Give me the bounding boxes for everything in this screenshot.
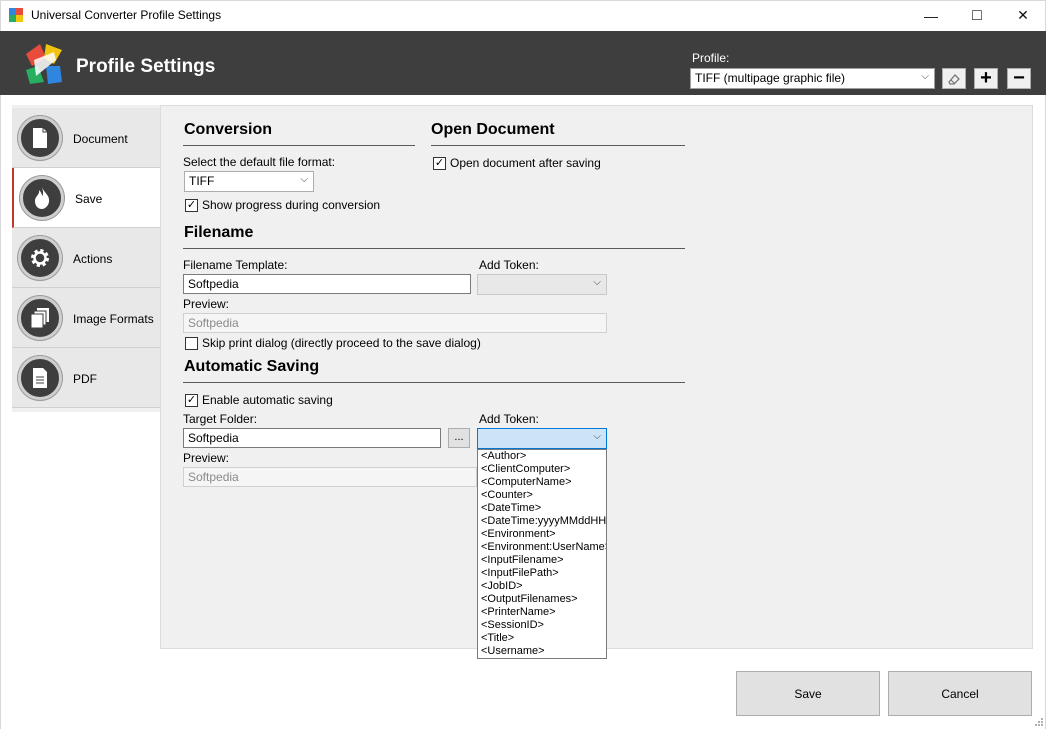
page-title: Profile Settings xyxy=(76,56,216,77)
show-progress-label: Show progress during conversion xyxy=(202,198,381,212)
resize-grip-icon[interactable] xyxy=(1034,717,1044,727)
profile-label: Profile: xyxy=(692,51,730,65)
auto-saving-add-token-select[interactable]: ⌵ xyxy=(477,428,607,449)
plus-icon: + xyxy=(980,67,992,89)
browse-folder-button[interactable]: ... xyxy=(448,428,470,448)
window-title: Universal Converter Profile Settings xyxy=(31,8,222,22)
auto-saving-preview-field: Softpedia xyxy=(183,467,477,487)
nav-label: Image Formats xyxy=(73,312,154,326)
filename-template-input[interactable]: Softpedia xyxy=(183,274,471,294)
app-icon xyxy=(9,8,23,22)
auto-saving-preview-label: Preview: xyxy=(183,451,230,465)
show-progress-checkbox[interactable]: ✓ xyxy=(185,199,198,212)
close-icon: ✕ xyxy=(1017,7,1029,23)
divider xyxy=(183,248,685,249)
token-option[interactable]: <ComputerName> xyxy=(478,476,606,489)
skip-print-dialog-label: Skip print dialog (directly proceed to t… xyxy=(202,336,481,350)
nav-item-image-formats[interactable]: Image Formats xyxy=(12,288,161,348)
nav-label: Save xyxy=(75,192,103,206)
minimize-icon: — xyxy=(924,7,938,24)
rename-profile-button[interactable] xyxy=(942,68,966,89)
file-format-select[interactable]: TIFF ⌵ xyxy=(184,171,314,192)
nav-item-save[interactable]: Save xyxy=(12,168,161,228)
nav-item-document[interactable]: Document xyxy=(12,108,161,168)
eraser-icon xyxy=(948,73,960,85)
target-folder-input[interactable]: Softpedia xyxy=(183,428,441,448)
document-icon xyxy=(18,116,62,160)
gear-icon xyxy=(18,236,62,280)
profile-value: TIFF (multipage graphic file) xyxy=(695,71,846,85)
maximize-icon: □ xyxy=(972,6,982,24)
open-after-saving-checkbox[interactable]: ✓ xyxy=(433,157,446,170)
token-option[interactable]: <PrinterName> xyxy=(478,606,606,619)
divider xyxy=(183,382,685,383)
nav-item-pdf[interactable]: PDF xyxy=(12,348,161,408)
open-after-saving-label: Open document after saving xyxy=(450,156,601,170)
token-option[interactable]: <DateTime:yyyyMMddHHmmss> xyxy=(478,515,606,528)
divider xyxy=(431,145,685,146)
filename-preview-field: Softpedia xyxy=(183,313,607,333)
token-option[interactable]: <Username> xyxy=(478,645,606,658)
add-token-label: Add Token: xyxy=(479,412,539,426)
minus-icon: − xyxy=(1013,67,1025,89)
filename-title: Filename xyxy=(184,224,254,241)
nav-item-actions[interactable]: Actions xyxy=(12,228,161,288)
add-token-label: Add Token: xyxy=(479,258,539,272)
image-stack-icon xyxy=(18,296,62,340)
chevron-down-icon: ⌵ xyxy=(593,277,601,288)
chevron-down-icon: ⌵ xyxy=(921,71,929,82)
token-option[interactable]: <Title> xyxy=(478,632,606,645)
token-dropdown-list: <Author> <ClientComputer> <ComputerName>… xyxy=(477,449,607,659)
cancel-button[interactable]: Cancel xyxy=(888,671,1032,716)
enable-auto-saving-label: Enable automatic saving xyxy=(202,393,333,407)
skip-print-dialog-checkbox[interactable] xyxy=(185,337,198,350)
pdf-doc-icon xyxy=(18,356,62,400)
token-option[interactable]: <Author> xyxy=(478,450,606,463)
token-option[interactable]: <SessionID> xyxy=(478,619,606,632)
filename-add-token-select[interactable]: ⌵ xyxy=(477,274,607,295)
minimize-button[interactable]: — xyxy=(908,0,954,31)
chevron-down-icon: ⌵ xyxy=(300,174,308,185)
format-label: Select the default file format: xyxy=(183,155,336,169)
token-option[interactable]: <Environment> xyxy=(478,528,606,541)
nav-label: Actions xyxy=(73,252,113,266)
nav-label: PDF xyxy=(73,372,97,386)
maximize-button[interactable]: □ xyxy=(954,0,1000,31)
token-option[interactable]: <Environment:UserName> xyxy=(478,541,606,554)
divider xyxy=(183,145,415,146)
enable-auto-saving-checkbox[interactable]: ✓ xyxy=(185,394,198,407)
filename-template-label: Filename Template: xyxy=(183,258,288,272)
app-logo xyxy=(26,44,62,84)
remove-profile-button[interactable]: − xyxy=(1007,67,1031,89)
nav-label: Document xyxy=(73,132,128,146)
token-option[interactable]: <OutputFilenames> xyxy=(478,593,606,606)
file-format-value: TIFF xyxy=(189,174,215,188)
conversion-title: Conversion xyxy=(184,121,273,138)
token-option[interactable]: <ClientComputer> xyxy=(478,463,606,476)
profile-select[interactable]: TIFF (multipage graphic file) ⌵ xyxy=(690,68,935,89)
token-option[interactable]: <DateTime> xyxy=(478,502,606,515)
token-option[interactable]: <InputFilename> xyxy=(478,554,606,567)
token-option[interactable]: <InputFilePath> xyxy=(478,567,606,580)
filename-preview-label: Preview: xyxy=(183,297,230,311)
token-option[interactable]: <Counter> xyxy=(478,489,606,502)
save-button[interactable]: Save xyxy=(736,671,880,716)
open-document-title: Open Document xyxy=(431,121,555,138)
chevron-down-icon: ⌵ xyxy=(593,431,601,442)
close-button[interactable]: ✕ xyxy=(1000,0,1046,31)
flame-icon xyxy=(20,176,64,220)
target-folder-label: Target Folder: xyxy=(183,412,258,426)
automatic-saving-title: Automatic Saving xyxy=(184,358,320,375)
add-profile-button[interactable]: + xyxy=(974,67,998,89)
token-option[interactable]: <JobID> xyxy=(478,580,606,593)
